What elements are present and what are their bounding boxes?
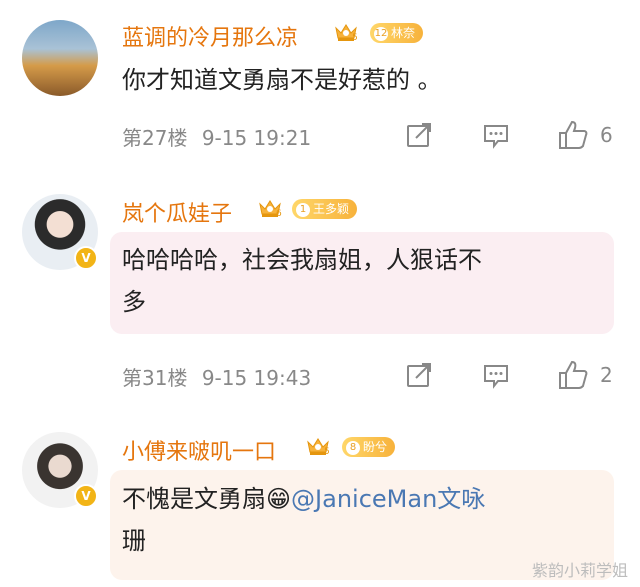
fan-group: 盼兮: [363, 440, 388, 454]
comment-text-line-2: 珊: [122, 527, 146, 555]
fan-badge[interactable]: 8 盼兮: [342, 437, 396, 457]
watermark: 紫韵小莉学姐: [531, 561, 628, 580]
verified-badge-icon: V: [74, 484, 98, 508]
crown-level: 5: [324, 447, 330, 457]
mention-link[interactable]: @JaniceMan文咏: [291, 485, 485, 513]
username[interactable]: 小傅来啵叽一口: [122, 434, 276, 466]
fan-level: 8: [346, 441, 360, 455]
comment-text: 不愧是文勇扇: [122, 485, 266, 513]
comment-item-3: V 小傅来啵叽一口 5 8 盼兮 不愧是文勇扇😁@JaniceMan文咏 珊: [0, 0, 640, 587]
comment-text-line-1: 不愧是文勇扇😁@JaniceMan文咏: [122, 478, 485, 520]
grin-emoji-icon: 😁: [266, 485, 292, 513]
